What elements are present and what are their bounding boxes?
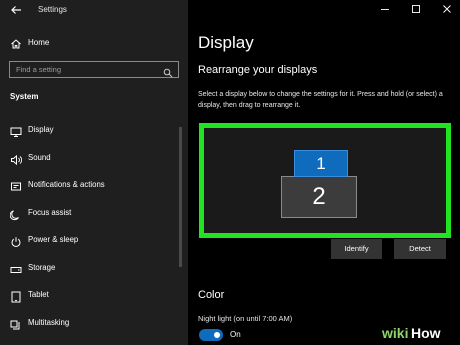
svg-text:How: How: [411, 325, 441, 341]
sidebar-item-sound[interactable]: Sound: [0, 146, 188, 174]
sidebar-item-home[interactable]: Home: [0, 34, 188, 52]
wikihow-logo: wiki How: [380, 322, 458, 344]
tablet-icon: [10, 290, 22, 303]
focus-assist-icon: [9, 208, 22, 220]
sidebar-item-label: Power & sleep: [28, 235, 79, 244]
monitor-2[interactable]: 2: [281, 176, 357, 218]
rearrange-heading: Rearrange your displays: [198, 64, 318, 76]
home-icon: [10, 37, 22, 49]
sidebar-item-label: Storage: [28, 262, 56, 272]
sidebar-item-focus-assist[interactable]: Focus assist: [0, 201, 188, 229]
monitor-1[interactable]: 1: [294, 150, 348, 177]
search-icon[interactable]: [163, 65, 173, 78]
notifications-icon: [10, 180, 22, 192]
detect-button[interactable]: Detect: [394, 239, 446, 259]
maximize-icon[interactable]: [409, 4, 423, 18]
search-input[interactable]: [16, 64, 156, 75]
svg-text:wiki: wiki: [381, 325, 408, 341]
sidebar-item-label: Notifications & actions: [28, 180, 105, 189]
back-arrow-icon[interactable]: [10, 4, 24, 18]
sidebar-item-storage[interactable]: Storage: [0, 256, 188, 284]
page-title: Display: [198, 33, 254, 52]
sidebar-item-label: Focus assist: [28, 207, 72, 217]
sound-icon: [10, 153, 23, 165]
sidebar: Settings Home System Display Sound: [0, 0, 188, 345]
identify-button[interactable]: Identify: [331, 239, 382, 259]
minimize-icon[interactable]: [378, 4, 392, 18]
night-light-toggle[interactable]: [199, 329, 223, 341]
section-title: System: [10, 92, 39, 101]
sidebar-item-multitasking[interactable]: Multitasking: [0, 311, 188, 339]
sidebar-item-label: Display: [28, 125, 54, 134]
app-title: Settings: [38, 5, 67, 14]
sidebar-item-label: Multitasking: [28, 317, 70, 327]
sidebar-item-display[interactable]: Display: [0, 118, 188, 146]
display-arrangement-area[interactable]: 2 1: [199, 123, 451, 238]
sidebar-scrollbar[interactable]: [179, 127, 182, 267]
sidebar-item-label: Sound: [28, 152, 51, 162]
main-content: Display Rearrange your displays Select a…: [188, 0, 460, 345]
sidebar-nav: Display Sound Notifications & actions Fo…: [0, 118, 188, 338]
title-bar: Settings: [0, 0, 188, 22]
rearrange-description: Select a display below to change the set…: [198, 91, 443, 109]
night-light-label: Night light (on until 7:00 AM): [198, 314, 293, 323]
display-icon: [10, 125, 22, 137]
close-icon[interactable]: [440, 4, 454, 18]
night-light-state: On: [230, 330, 241, 339]
home-label: Home: [28, 38, 50, 47]
sidebar-item-tablet[interactable]: Tablet: [0, 283, 188, 311]
window-controls: [360, 0, 460, 22]
color-heading: Color: [198, 289, 225, 301]
sidebar-item-notifications[interactable]: Notifications & actions: [0, 173, 188, 201]
sidebar-item-power-sleep[interactable]: Power & sleep: [0, 228, 188, 256]
power-icon: [10, 235, 22, 247]
multitasking-icon: [10, 318, 22, 330]
search-box[interactable]: [9, 61, 179, 78]
toggle-knob: [214, 332, 220, 338]
sidebar-item-label: Tablet: [28, 290, 49, 299]
storage-icon: [10, 263, 22, 275]
